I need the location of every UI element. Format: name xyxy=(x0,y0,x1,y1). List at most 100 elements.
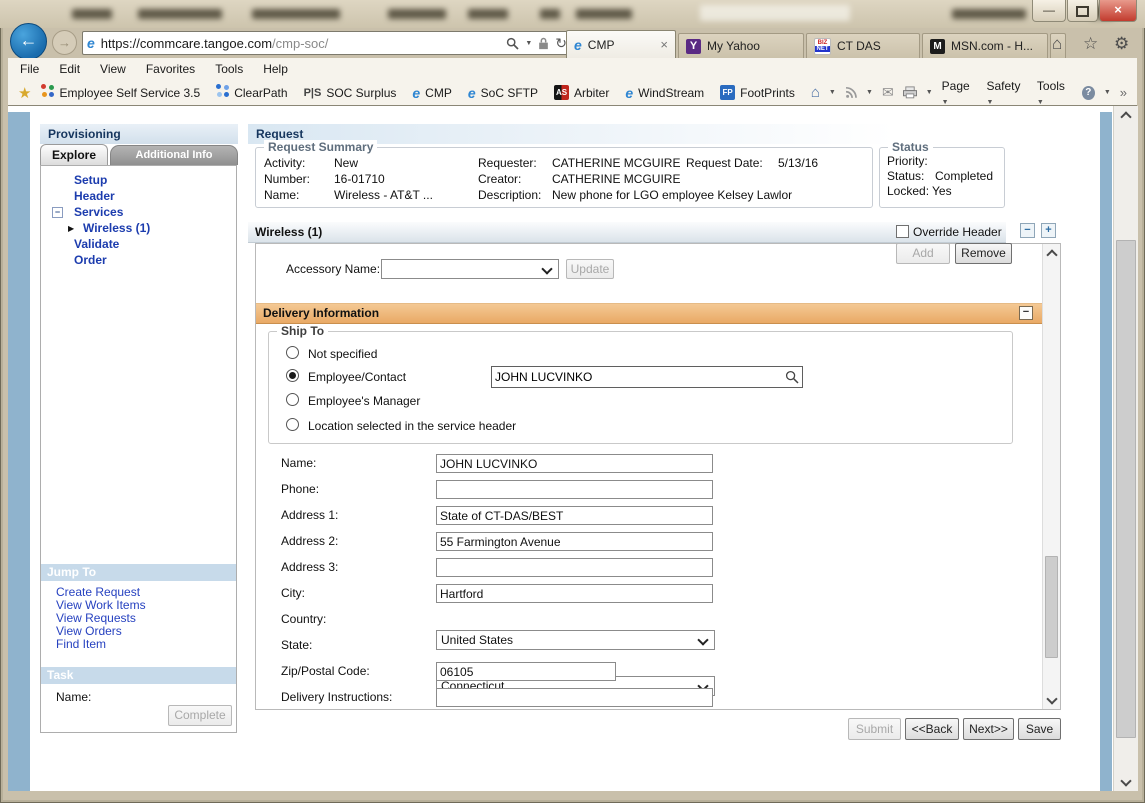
favorite-soc-sftp[interactable]: eSoC SFTP xyxy=(468,86,538,100)
tree-item-order[interactable]: Order xyxy=(74,253,107,267)
favorite-soc-surplus[interactable]: P|SSOC Surplus xyxy=(304,86,397,100)
collapse-section-icon[interactable]: − xyxy=(1019,306,1033,320)
tree-item-setup[interactable]: Setup xyxy=(74,173,107,187)
favorite-cmp[interactable]: eCMP xyxy=(412,86,451,100)
search-icon[interactable] xyxy=(785,370,799,384)
maximize-button[interactable] xyxy=(1067,0,1098,22)
tree-item-wireless[interactable]: Wireless (1) xyxy=(83,221,150,235)
tab-msn[interactable]: M MSN.com - H... xyxy=(922,33,1048,58)
delivery-instructions-field[interactable] xyxy=(436,688,713,707)
favorite-employee-self-service[interactable]: Employee Self Service 3.5 xyxy=(41,86,200,100)
ship-employees-manager-radio[interactable] xyxy=(286,393,299,406)
page-menu[interactable]: Page ▼ xyxy=(942,79,978,107)
add-favorite-star-icon[interactable]: ★ xyxy=(18,84,31,102)
ship-not-specified-radio[interactable] xyxy=(286,346,299,359)
ship-location-service-header-radio[interactable] xyxy=(286,418,299,431)
close-tab-icon[interactable]: × xyxy=(660,37,668,52)
favorite-clearpath[interactable]: ClearPath xyxy=(216,86,287,100)
wireless-section-header[interactable]: Wireless (1) xyxy=(248,222,1006,243)
favorite-footprints[interactable]: FPFootPrints xyxy=(720,85,795,100)
chevron-down-icon[interactable]: ▼ xyxy=(866,89,873,96)
scroll-up-button[interactable] xyxy=(1114,106,1138,123)
tree-arrow-icon[interactable]: ▶ xyxy=(68,224,74,233)
tab-ct-das[interactable]: BIZNET CT DAS xyxy=(806,33,920,58)
address1-field[interactable] xyxy=(436,506,713,525)
collapse-expander-icon[interactable]: − xyxy=(52,207,63,218)
delivery-information-header[interactable]: Delivery Information xyxy=(256,303,1043,324)
tree-item-header[interactable]: Header xyxy=(74,189,115,203)
scroll-down-button[interactable] xyxy=(1043,692,1060,709)
chevron-down-icon[interactable]: ▼ xyxy=(525,40,532,47)
overflow-chevron-icon[interactable]: » xyxy=(1120,85,1127,100)
tab-my-yahoo[interactable]: Y My Yahoo xyxy=(678,33,804,58)
print-icon[interactable] xyxy=(903,86,917,99)
tree-item-validate[interactable]: Validate xyxy=(74,237,119,251)
tab-cmp[interactable]: e CMP × xyxy=(566,30,676,58)
address-bar[interactable]: e https://commcare.tangoe.com /cmp-soc/ … xyxy=(82,31,572,55)
override-header-checkbox[interactable] xyxy=(896,225,909,238)
menu-view[interactable]: View xyxy=(100,62,126,76)
link-find-item[interactable]: Find Item xyxy=(56,637,106,651)
chevron-down-icon[interactable]: ▼ xyxy=(829,89,836,96)
favorites-button[interactable]: ☆ xyxy=(1083,34,1098,54)
search-icon[interactable] xyxy=(506,37,519,50)
employee-contact-search-input[interactable] xyxy=(492,367,782,387)
update-button[interactable]: Update xyxy=(566,259,614,279)
address2-field[interactable] xyxy=(436,532,713,551)
chevron-down-icon[interactable]: ▼ xyxy=(926,89,933,96)
scroll-down-button[interactable] xyxy=(1114,774,1138,791)
rss-feed-icon[interactable] xyxy=(845,86,857,99)
link-create-request[interactable]: Create Request xyxy=(56,585,140,599)
menu-tools[interactable]: Tools xyxy=(215,62,243,76)
country-select[interactable]: United States xyxy=(436,630,715,650)
back-button[interactable]: ← xyxy=(10,23,47,60)
sidebar-tab-additional-info[interactable]: Additional Info xyxy=(110,145,238,165)
inner-vertical-scrollbar[interactable] xyxy=(1042,244,1060,709)
back-step-button[interactable]: <<Back xyxy=(905,718,959,740)
chevron-down-icon[interactable]: ▼ xyxy=(1104,89,1111,96)
forward-button[interactable]: → xyxy=(52,30,77,55)
menu-favorites[interactable]: Favorites xyxy=(146,62,195,76)
remove-button[interactable]: Remove xyxy=(955,243,1012,264)
save-button[interactable]: Save xyxy=(1018,718,1061,740)
ship-employee-contact-radio[interactable] xyxy=(286,369,299,382)
name-field[interactable] xyxy=(436,454,713,473)
link-view-orders[interactable]: View Orders xyxy=(56,624,122,638)
browser-vertical-scrollbar[interactable] xyxy=(1113,106,1138,791)
submit-button[interactable]: Submit xyxy=(848,718,901,740)
scrollbar-thumb[interactable] xyxy=(1045,556,1058,658)
accessory-name-select[interactable] xyxy=(381,259,559,279)
favorite-arbiter[interactable]: ASArbiter xyxy=(554,85,609,100)
favorite-windstream[interactable]: eWindStream xyxy=(625,86,704,100)
add-button[interactable]: Add xyxy=(896,243,950,264)
menu-edit[interactable]: Edit xyxy=(59,62,80,76)
address3-field[interactable] xyxy=(436,558,713,577)
read-mail-icon[interactable]: ✉ xyxy=(882,84,894,101)
tools-menu[interactable]: Tools ▼ xyxy=(1037,79,1073,107)
ie-favicon: e xyxy=(625,86,633,100)
scroll-up-button[interactable] xyxy=(1043,244,1060,261)
wireless-detail-panel: Accessory Name: Update Delivery Informat… xyxy=(255,243,1061,710)
city-field[interactable] xyxy=(436,584,713,603)
minimize-button[interactable]: — xyxy=(1032,0,1066,22)
sidebar-tab-explore[interactable]: Explore xyxy=(40,144,108,165)
home-icon[interactable]: ⌂ xyxy=(811,84,820,101)
link-view-requests[interactable]: View Requests xyxy=(56,611,136,625)
safety-menu[interactable]: Safety ▼ xyxy=(986,79,1027,107)
collapse-all-icon[interactable]: − xyxy=(1020,223,1035,238)
menu-help[interactable]: Help xyxy=(263,62,288,76)
complete-button[interactable]: Complete xyxy=(168,705,232,726)
zip-field[interactable] xyxy=(436,662,616,681)
settings-gear-button[interactable]: ⚙ xyxy=(1114,34,1129,54)
link-view-work-items[interactable]: View Work Items xyxy=(56,598,146,612)
home-button[interactable]: ⌂ xyxy=(1052,34,1062,54)
close-button[interactable]: × xyxy=(1099,0,1137,22)
menu-file[interactable]: File xyxy=(20,62,39,76)
help-icon[interactable]: ? xyxy=(1082,86,1095,100)
next-step-button[interactable]: Next>> xyxy=(963,718,1014,740)
requester-value: CATHERINE MCGUIRE xyxy=(552,156,680,170)
phone-field[interactable] xyxy=(436,480,713,499)
scrollbar-thumb[interactable] xyxy=(1116,240,1136,738)
expand-all-icon[interactable]: + xyxy=(1041,223,1056,238)
tree-item-services[interactable]: Services xyxy=(74,205,123,219)
